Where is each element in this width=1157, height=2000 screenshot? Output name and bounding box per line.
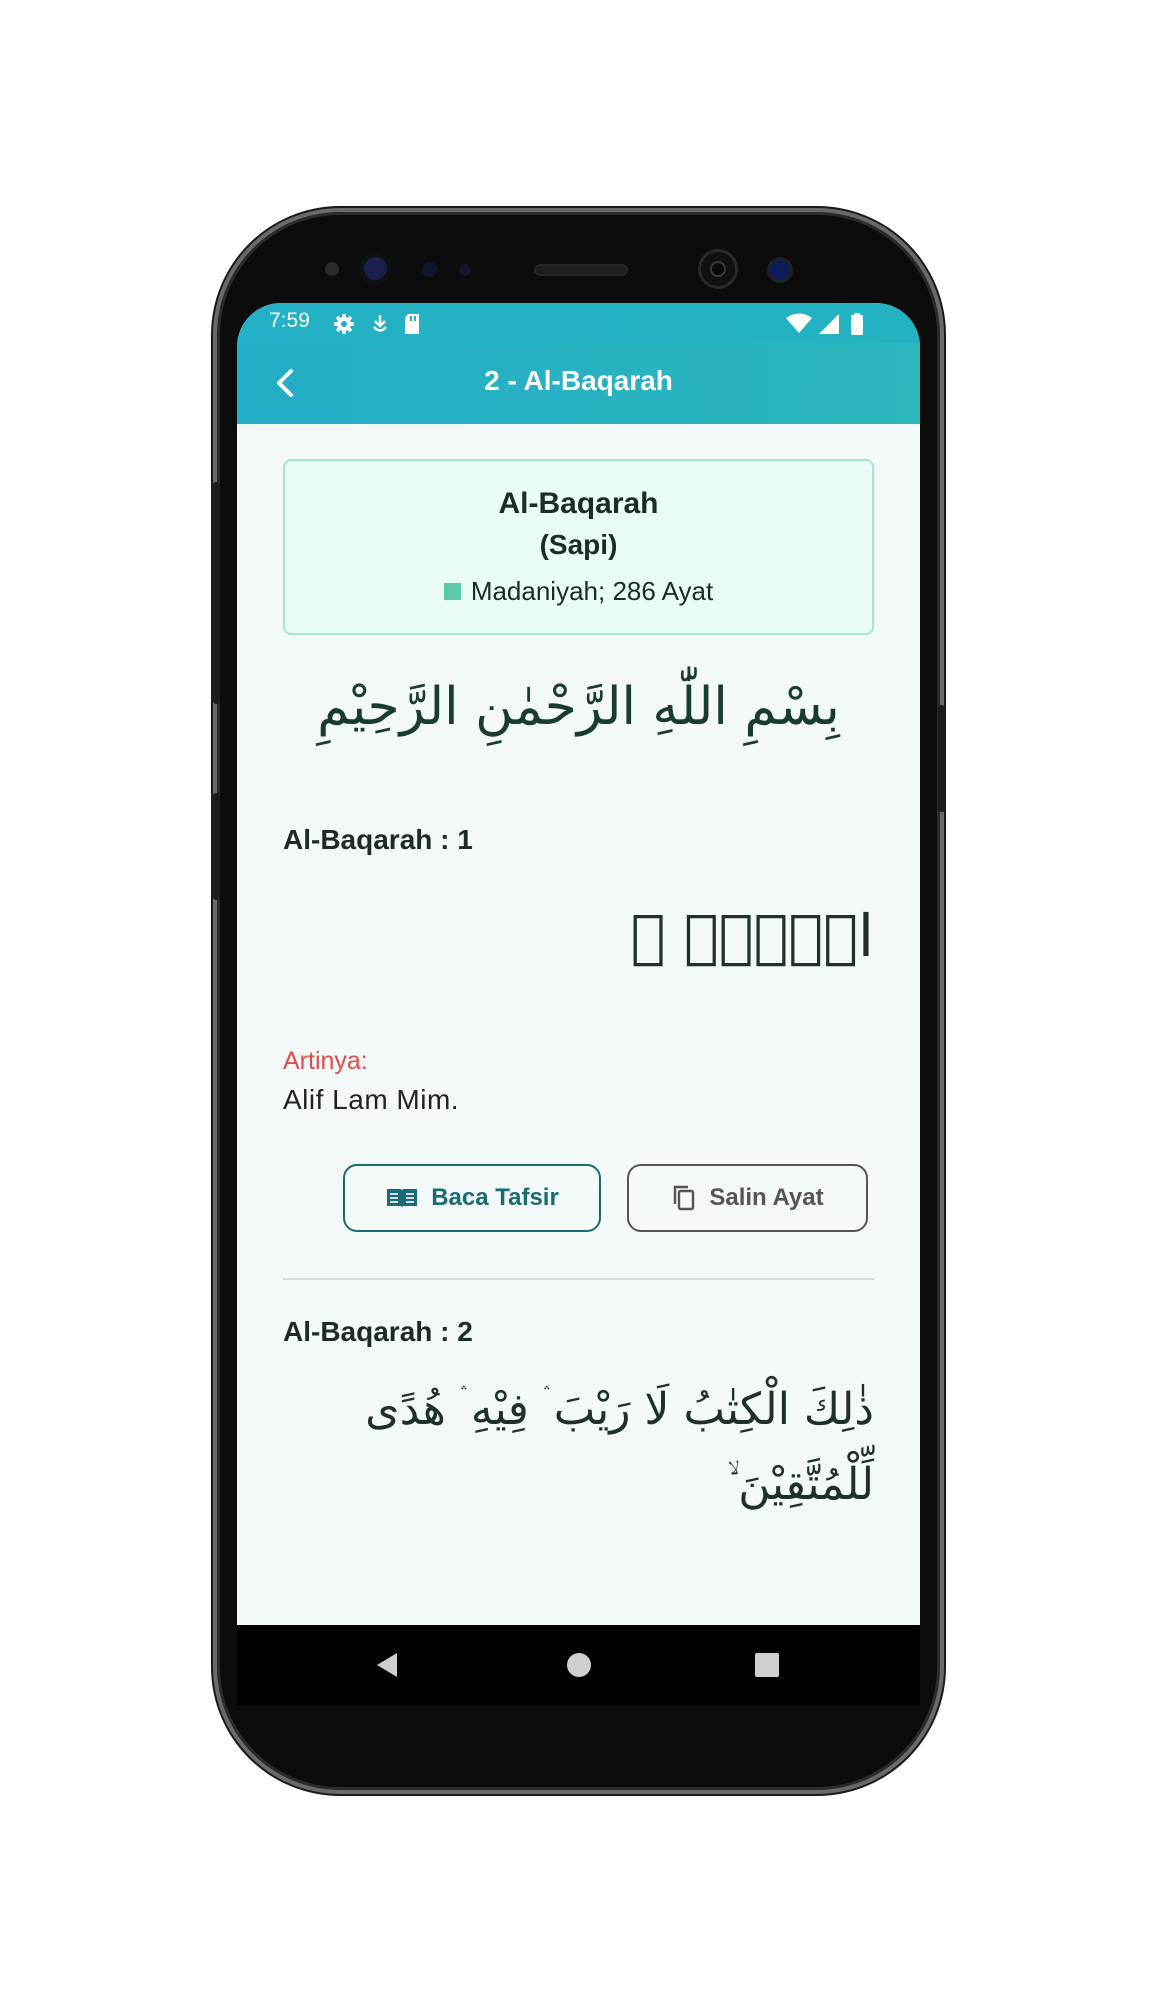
triangle-back-icon[interactable] bbox=[369, 1645, 409, 1685]
iris-scanner bbox=[360, 253, 391, 284]
ayah-arabic: الۤمّۤ ۚ bbox=[630, 902, 874, 970]
copy-ayah-button[interactable]: Salin Ayat bbox=[627, 1164, 868, 1232]
square-recents-icon[interactable] bbox=[747, 1645, 787, 1685]
open-book-icon bbox=[387, 1189, 418, 1208]
read-tafsir-button[interactable]: Baca Tafsir bbox=[343, 1164, 601, 1232]
ayah-divider bbox=[283, 1278, 874, 1280]
ayah-header: Al-Baqarah : 1 bbox=[283, 824, 473, 855]
surah-meta-text: Madaniyah; 286 Ayat bbox=[470, 576, 714, 606]
surah-info-card: Al-Baqarah (Sapi) Madaniyah; 286 Ayat bbox=[283, 459, 874, 635]
ayah-arabic-line: لِّلْمُتَّقِيْنَ ۙ bbox=[727, 1459, 874, 1510]
sensor-dot bbox=[325, 262, 339, 276]
revelation-square-icon bbox=[443, 583, 461, 600]
surah-name: Al-Baqarah bbox=[498, 487, 659, 520]
copy-ayah-label: Salin Ayat bbox=[709, 1184, 824, 1211]
ayah-header: Al-Baqarah : 2 bbox=[283, 1316, 473, 1347]
download-icon bbox=[373, 315, 387, 332]
wifi-icon bbox=[786, 313, 812, 333]
front-camera bbox=[701, 252, 735, 286]
bixby-button bbox=[213, 793, 220, 900]
earpiece-speaker bbox=[534, 264, 628, 276]
circle-home-icon[interactable] bbox=[559, 1645, 599, 1685]
app-bar: 2 - Al-Baqarah bbox=[237, 343, 920, 424]
translation-text: Alif Lam Mim. bbox=[283, 1084, 460, 1115]
proximity-sensor bbox=[422, 262, 437, 277]
navigation-bar bbox=[237, 1625, 920, 1705]
light-sensor bbox=[459, 264, 471, 276]
battery-icon bbox=[851, 313, 863, 335]
status-bar: 7:59 bbox=[237, 303, 920, 343]
surah-meta: Madaniyah; 286 Ayat bbox=[285, 576, 872, 607]
signal-icon bbox=[819, 314, 839, 334]
ayah-arabic-line: ذٰلِكَ الْكِتٰبُ لَا رَيْبَ ۛ فِيْهِ ۛ ه… bbox=[365, 1384, 874, 1435]
read-tafsir-label: Baca Tafsir bbox=[431, 1184, 559, 1211]
bismillah-calligraphy: بِسْمِ اللّٰهِ الرَّحْمٰنِ الرَّحِيْمِ bbox=[317, 677, 840, 737]
translation-label: Artinya: bbox=[283, 1047, 368, 1075]
app-screen: 7:59 2 - Al-Baqarah Al-Baqarah (Sapi) Ma… bbox=[237, 303, 920, 1625]
power-button bbox=[938, 705, 945, 812]
surah-meaning: (Sapi) bbox=[539, 529, 618, 560]
gear-icon bbox=[334, 314, 354, 334]
ayah-list[interactable]: Al-Baqarah (Sapi) Madaniyah; 286 Ayat بِ… bbox=[237, 424, 920, 1510]
volume-button bbox=[213, 482, 220, 704]
iris-camera bbox=[770, 260, 790, 280]
status-time: 7:59 bbox=[269, 309, 310, 332]
page-title: 2 - Al-Baqarah bbox=[484, 365, 673, 396]
copy-icon bbox=[674, 1185, 695, 1211]
sd-card-icon bbox=[405, 314, 419, 334]
